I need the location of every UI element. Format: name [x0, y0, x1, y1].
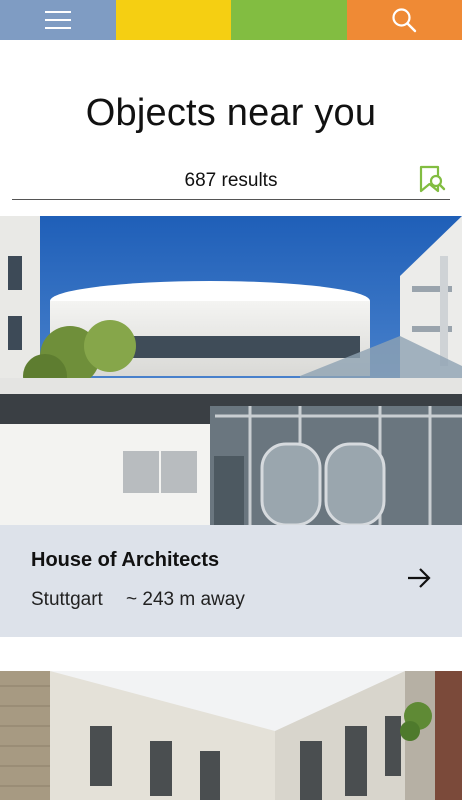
object-info-panel[interactable]: House of Architects Stuttgart ~ 243 m aw…	[0, 525, 462, 637]
object-city: Stuttgart	[31, 589, 103, 610]
search-icon	[392, 8, 417, 33]
bookmark-search-icon	[419, 165, 446, 193]
search-button[interactable]	[346, 0, 462, 40]
results-bar: 687 results	[12, 160, 450, 200]
menu-button[interactable]	[0, 0, 116, 40]
top-navigation-bar	[0, 0, 462, 40]
page-title: Objects near you	[85, 92, 377, 134]
save-search-button[interactable]	[418, 165, 446, 195]
object-photo	[0, 216, 462, 525]
object-title: House of Architects	[31, 549, 220, 571]
nav-segment-yellow[interactable]	[115, 0, 231, 40]
hamburger-menu-icon	[44, 11, 71, 29]
object-card[interactable]	[0, 671, 462, 800]
object-photo	[0, 671, 462, 800]
results-count: 687 results	[184, 170, 278, 191]
object-card[interactable]: House of Architects Stuttgart ~ 243 m aw…	[0, 216, 462, 637]
nav-segment-green[interactable]	[231, 0, 347, 40]
object-distance: ~ 243 m away	[126, 589, 245, 610]
arrow-right-icon[interactable]	[406, 565, 432, 591]
